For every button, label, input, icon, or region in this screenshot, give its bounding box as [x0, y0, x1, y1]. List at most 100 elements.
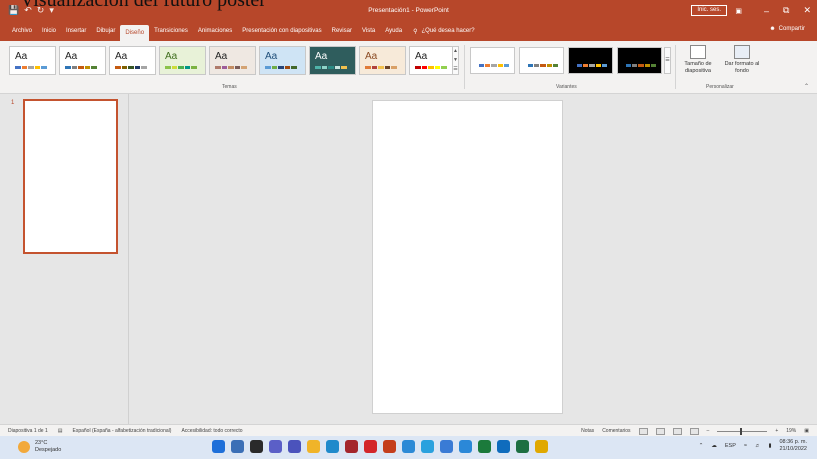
edge-icon[interactable]	[326, 440, 339, 453]
save-icon[interactable]: 💾	[8, 5, 19, 16]
spellcheck-icon[interactable]: ▤	[58, 428, 63, 434]
tab-animaciones[interactable]: Animaciones	[193, 26, 237, 36]
outlook-icon[interactable]	[497, 440, 510, 453]
tab-transiciones[interactable]: Transiciones	[149, 26, 193, 36]
notes-button[interactable]: Notas	[581, 428, 594, 434]
ribbon-display-icon[interactable]: ▣	[735, 7, 742, 15]
zoom-out-icon[interactable]: –	[707, 428, 710, 434]
search-icon[interactable]	[231, 440, 244, 453]
slide-canvas[interactable]	[372, 100, 563, 414]
windows-start-icon[interactable]	[212, 440, 225, 453]
input-language[interactable]: ESP	[725, 443, 736, 449]
close-icon[interactable]: ✕	[803, 5, 811, 16]
theme-color-bar	[115, 66, 147, 69]
acrobat-icon[interactable]	[364, 440, 377, 453]
minimize-icon[interactable]: –	[764, 6, 769, 16]
theme-sample-text: Aa	[165, 51, 178, 62]
theme-option[interactable]: Aa	[9, 46, 56, 75]
tab-dibujar[interactable]: Dibujar	[91, 26, 120, 36]
maximize-icon[interactable]: ⧉	[783, 5, 789, 16]
task-view-icon[interactable]	[250, 440, 263, 453]
tab-vista[interactable]: Vista	[357, 26, 380, 36]
zoom-in-icon[interactable]: +	[775, 428, 778, 434]
variants-scroll[interactable]: ☰	[664, 47, 671, 74]
system-tray: ⌃ ☁ ESP ≈ ♬ ▮ 08:36 p. m. 21/10/2022	[699, 439, 807, 453]
zoom-slider-thumb[interactable]	[739, 427, 742, 435]
excel-icon[interactable]	[516, 440, 529, 453]
theme-option[interactable]: Aa	[359, 46, 406, 75]
zoom-slider[interactable]	[717, 427, 768, 435]
tab-diseno[interactable]: Diseño	[120, 25, 150, 41]
battery-icon[interactable]: ▮	[768, 443, 771, 449]
theme-option[interactable]: Aa	[59, 46, 106, 75]
theme-option[interactable]: Aa	[259, 46, 306, 75]
taskbar-apps	[212, 440, 548, 453]
collapse-ribbon-icon[interactable]: ⌃	[804, 83, 809, 90]
signin-button[interactable]: Inic. ses.	[691, 5, 727, 16]
file-explorer-icon[interactable]	[307, 440, 320, 453]
window-controls: ▣ – ⧉ ✕	[735, 0, 811, 21]
clock[interactable]: 08:36 p. m. 21/10/2022	[779, 439, 807, 453]
wifi-icon[interactable]: ≈	[744, 443, 747, 449]
photos-icon[interactable]	[402, 440, 415, 453]
store-icon[interactable]	[421, 440, 434, 453]
theme-option[interactable]: Aa	[309, 46, 356, 75]
weather-widget[interactable]: 23°C Despejado	[18, 440, 61, 454]
chat-icon[interactable]	[269, 440, 282, 453]
variant-color-bar	[528, 64, 559, 67]
format-background-icon	[734, 45, 750, 59]
format-background-button[interactable]: Dar formato al fondo	[724, 45, 760, 75]
cloud-icon[interactable]: ☁	[711, 443, 717, 449]
customize-group-label: Personalizar	[706, 84, 734, 90]
variant-option[interactable]	[519, 47, 564, 74]
language-status[interactable]: Español (España - alfabetización tradici…	[72, 428, 171, 434]
weather-condition: Despejado	[35, 447, 62, 453]
tell-me-search[interactable]: ⚲ ¿Qué desea hacer?	[413, 28, 474, 35]
powerpoint-icon[interactable]	[383, 440, 396, 453]
zoom-level[interactable]: 19%	[786, 428, 796, 434]
theme-option[interactable]: Aa	[209, 46, 256, 75]
app-icon-1[interactable]	[440, 440, 453, 453]
slideshow-view-icon[interactable]	[689, 427, 699, 435]
volume-icon[interactable]: ♬	[755, 443, 761, 449]
fit-slide-icon[interactable]: ▣	[804, 428, 809, 434]
app-icon-2[interactable]	[459, 440, 472, 453]
variant-option[interactable]	[617, 47, 662, 74]
normal-view-icon[interactable]	[638, 427, 648, 435]
weather-sun-icon	[18, 441, 30, 453]
tray-chevron-icon[interactable]: ⌃	[699, 443, 704, 449]
variants-gallery	[470, 47, 662, 74]
slide-thumbnails-pane: 1	[0, 94, 129, 424]
theme-option[interactable]: Aa	[409, 46, 456, 75]
comments-button[interactable]: Comentarios	[602, 428, 630, 434]
slide-size-button[interactable]: Tamaño de diapositiva	[680, 45, 716, 75]
windows-taskbar: 23°C Despejado ⌃ ☁ ESP ≈ ♬ ▮ 08:36 p. m.…	[0, 436, 817, 459]
app-icon-3[interactable]	[478, 440, 491, 453]
ribbon-tabs: Archivo Inicio Insertar Dibujar Diseño T…	[0, 21, 817, 41]
variant-color-bar	[577, 64, 608, 67]
themes-scroll[interactable]: ▲ ▼ ☰	[452, 46, 459, 75]
slide-sorter-icon[interactable]	[655, 427, 665, 435]
accessibility-status[interactable]: Accesibilidad: todo correcto	[181, 428, 242, 434]
tab-ayuda[interactable]: Ayuda	[380, 26, 407, 36]
chrome-icon[interactable]	[535, 440, 548, 453]
tab-insertar[interactable]: Insertar	[61, 26, 91, 36]
tab-revisar[interactable]: Revisar	[327, 26, 357, 36]
tab-archivo[interactable]: Archivo	[7, 26, 37, 36]
access-icon[interactable]	[345, 440, 358, 453]
group-separator	[675, 45, 676, 89]
tab-presentacion[interactable]: Presentación con diapositivas	[237, 26, 326, 36]
tab-inicio[interactable]: Inicio	[37, 26, 61, 36]
themes-gallery: Aa Aa Aa Aa Aa Aa Aa Aa Aa	[9, 46, 456, 75]
person-icon: ☻	[769, 26, 776, 32]
theme-option[interactable]: Aa	[109, 46, 156, 75]
slide-thumbnail[interactable]	[23, 99, 118, 254]
variant-option[interactable]	[568, 47, 613, 74]
teams-icon[interactable]	[288, 440, 301, 453]
variant-option[interactable]	[470, 47, 515, 74]
theme-color-bar	[215, 66, 247, 69]
share-button[interactable]: ☻ Compartir	[769, 26, 805, 32]
theme-option[interactable]: Aa	[159, 46, 206, 75]
group-separator	[464, 45, 465, 89]
reading-view-icon[interactable]	[672, 427, 682, 435]
